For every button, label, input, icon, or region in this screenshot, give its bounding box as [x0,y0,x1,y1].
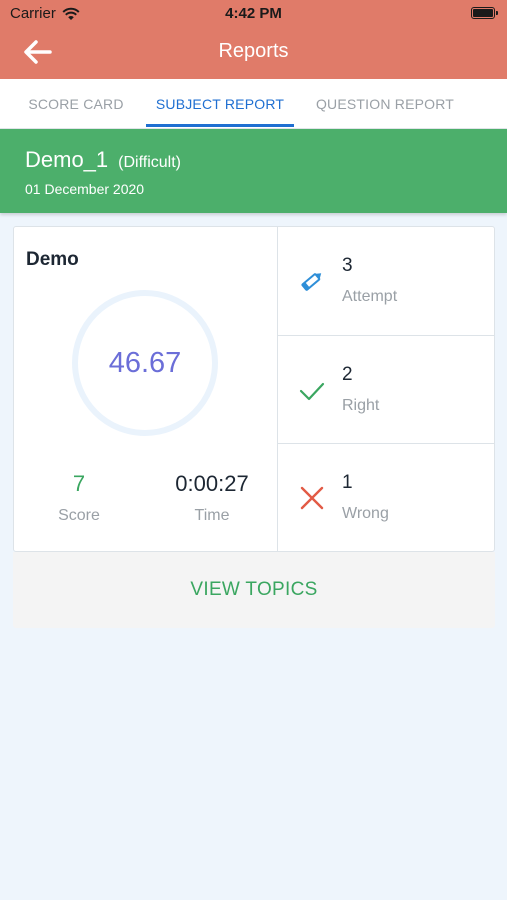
metric-attempt: 3 Attempt [278,227,494,335]
checkmark-icon [299,382,325,401]
subject-summary: Demo 46.67 7 Score 0:00:27 Time [14,227,278,551]
wrong-count: 1 [342,472,353,493]
subject-name: Demo [26,249,79,270]
app-header: Carrier 4:42 PM Reports [0,0,507,79]
time-value: 0:00:27 [175,471,249,496]
score-stat: 7 Score [19,471,139,525]
time-label: Time [194,507,230,524]
difficulty-label: (Difficult) [118,154,181,171]
status-time: 4:42 PM [225,5,282,22]
report-tabs: SCORE CARD SUBJECT REPORT QUESTION REPOR… [0,79,507,129]
page-title: Reports [218,40,289,62]
active-tab-indicator [146,124,294,127]
metric-right: 2 Right [278,335,494,443]
time-stat: 0:00:27 Time [152,471,272,525]
navigation-bar: Reports [0,30,507,76]
cross-icon [300,486,324,510]
right-count: 2 [342,364,353,385]
metric-wrong: 1 Wrong [278,443,494,551]
score-value: 7 [72,471,86,496]
pencil-icon [301,273,322,291]
right-label: Right [342,397,380,414]
subject-report-card: Demo 46.67 7 Score 0:00:27 Time 3 Attemp… [13,226,495,552]
test-banner: Demo_1 (Difficult) 01 December 2020 [0,129,507,213]
test-title: Demo_1 (Difficult) [25,147,181,173]
attempt-label: Attempt [342,288,398,305]
tab-question-report[interactable]: QUESTION REPORT [304,79,466,129]
battery-icon [471,7,498,19]
wrong-label: Wrong [342,505,389,522]
test-name: Demo_1 [25,147,109,172]
tab-subject-report[interactable]: SUBJECT REPORT [146,79,294,129]
score-label: Score [58,507,100,524]
attempt-count: 3 [342,255,353,276]
percentage-value: 46.67 [108,346,182,379]
test-date: 01 December 2020 [25,181,145,197]
view-topics-button[interactable]: VIEW TOPICS [13,552,495,628]
tab-score-card[interactable]: SCORE CARD [14,79,138,129]
status-bar: Carrier 4:42 PM [0,0,507,28]
answer-metrics: 3 Attempt 2 Right 1 Wrong [278,227,494,551]
